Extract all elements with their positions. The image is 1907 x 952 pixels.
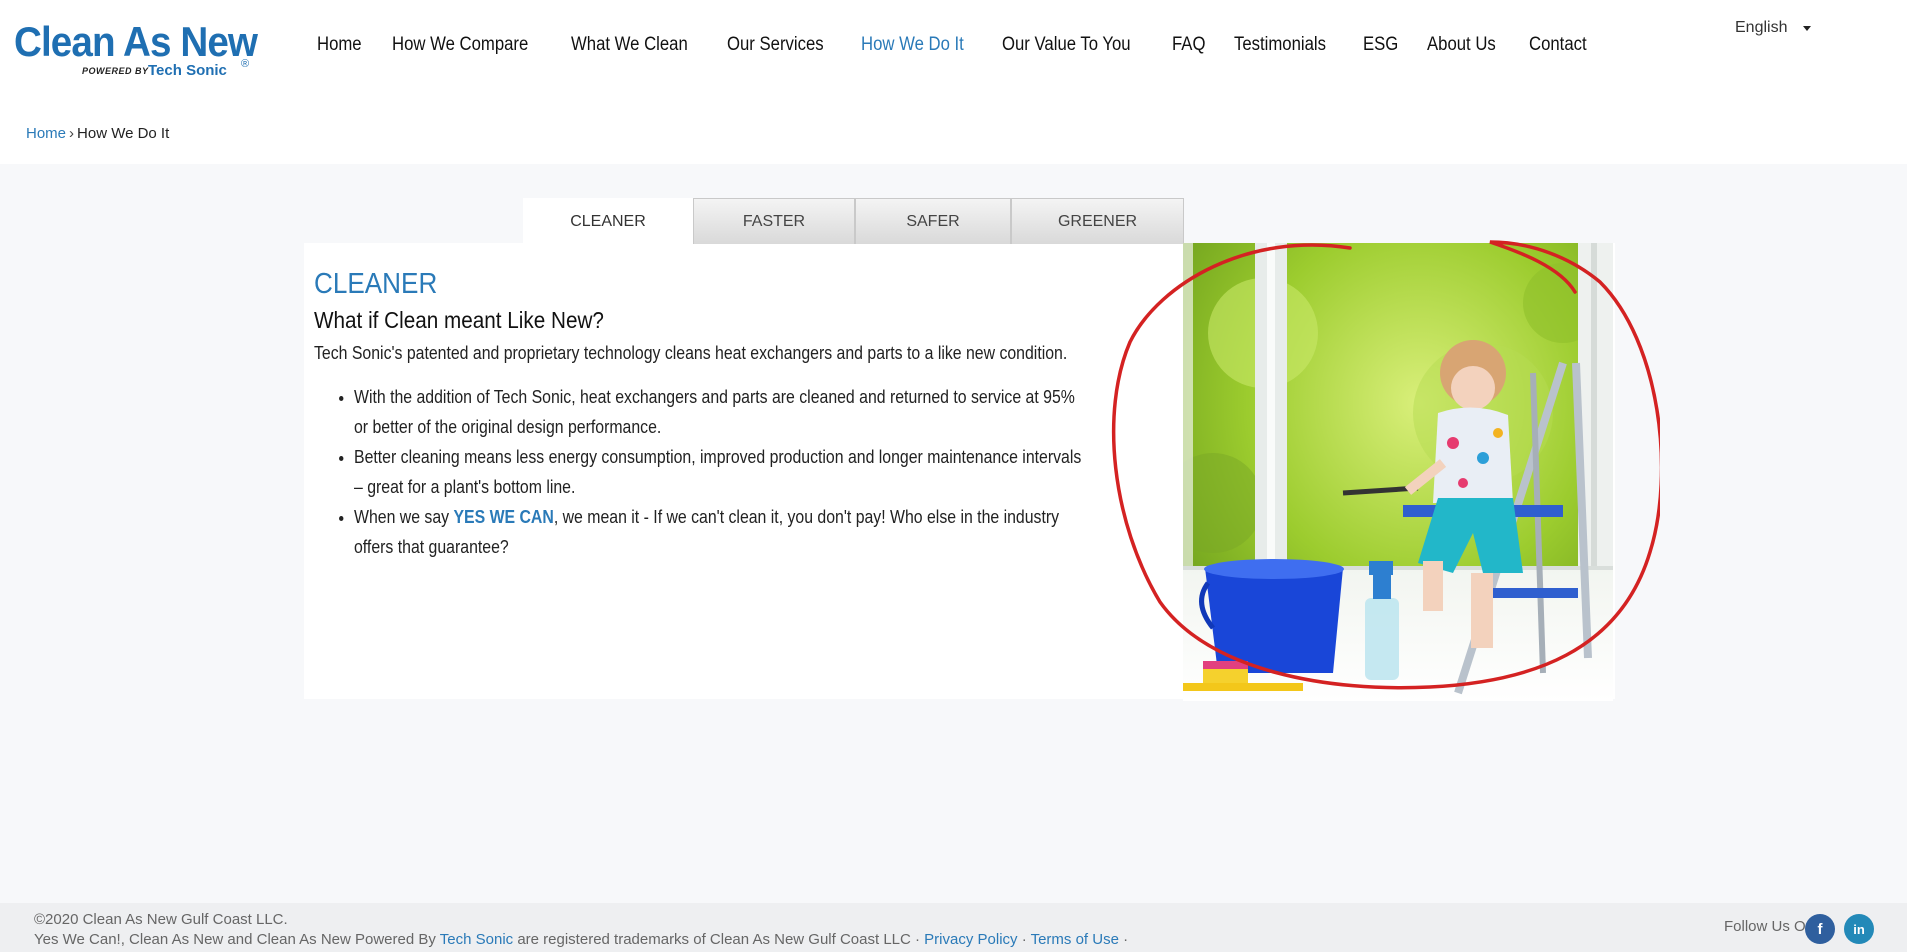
breadcrumb-current: How We Do It <box>77 125 170 142</box>
breadcrumb-separator: › <box>69 125 75 142</box>
follow-us-label: Follow Us On: <box>1724 918 1819 935</box>
benefit-item: When we say YES WE CAN, we mean it - If … <box>354 502 1084 562</box>
nav-contact[interactable]: Contact <box>1529 30 1587 60</box>
main-nav: Home How We Compare What We Clean Our Se… <box>317 30 1618 60</box>
trademark-text: Yes We Can!, Clean As New and Clean As N… <box>34 931 1128 948</box>
nav-home[interactable]: Home <box>317 30 362 60</box>
logo-tech-sonic: Tech Sonic <box>148 62 227 79</box>
section-heading: CLEANER <box>314 268 438 300</box>
tab-cleaner[interactable]: CLEANER <box>523 198 693 244</box>
nav-how-we-do-it[interactable]: How We Do It <box>861 30 964 60</box>
tab-content: CLEANER What if Clean meant Like New? Te… <box>314 268 1094 562</box>
benefit-prefix: When we say <box>354 507 454 527</box>
nav-about-us[interactable]: About Us <box>1427 30 1496 60</box>
child-cleaning-window-photo <box>1183 243 1613 701</box>
logo[interactable]: Clean As New POWERED BY Tech Sonic ® <box>14 18 258 82</box>
breadcrumb: Home › How We Do It <box>26 125 169 142</box>
copyright-text: ©2020 Clean As New Gulf Coast LLC. <box>34 911 288 928</box>
site-footer: ©2020 Clean As New Gulf Coast LLC. Yes W… <box>0 903 1907 952</box>
terms-of-use-link[interactable]: Terms of Use <box>1031 931 1119 948</box>
trademark-suffix: are registered trademarks of Clean As Ne… <box>513 931 925 948</box>
feature-tabs: CLEANER FASTER SAFER GREENER <box>523 198 1184 244</box>
footer-separator: · <box>1017 931 1031 948</box>
nav-what-we-clean[interactable]: What We Clean <box>571 30 688 60</box>
tab-safer[interactable]: SAFER <box>855 198 1011 244</box>
section-subheading: What if Clean meant Like New? <box>314 307 604 333</box>
facebook-icon[interactable]: f <box>1805 914 1835 944</box>
benefit-item: Better cleaning means less energy consum… <box>354 442 1084 502</box>
nav-how-we-compare[interactable]: How We Compare <box>392 30 528 60</box>
logo-wordmark: Clean As New <box>14 18 258 65</box>
benefit-list: With the addition of Tech Sonic, heat ex… <box>354 382 1134 562</box>
intro-text: Tech Sonic's patented and proprietary te… <box>314 343 1068 363</box>
nav-our-value-to-you[interactable]: Our Value To You <box>1002 30 1131 60</box>
registered-mark: ® <box>241 58 250 70</box>
trademark-prefix: Yes We Can!, Clean As New and Clean As N… <box>34 931 440 948</box>
nav-testimonials[interactable]: Testimonials <box>1234 30 1326 60</box>
logo-powered-by: POWERED BY <box>82 66 149 76</box>
language-label: English <box>1735 19 1788 36</box>
privacy-policy-link[interactable]: Privacy Policy <box>924 931 1017 948</box>
nav-our-services[interactable]: Our Services <box>727 30 824 60</box>
linkedin-icon[interactable]: in <box>1844 914 1874 944</box>
yes-we-can-text: YES WE CAN <box>453 507 554 527</box>
nav-faq[interactable]: FAQ <box>1172 30 1205 60</box>
nav-esg[interactable]: ESG <box>1363 30 1398 60</box>
tab-greener[interactable]: GREENER <box>1011 198 1184 244</box>
footer-trail: · <box>1118 931 1129 948</box>
breadcrumb-home-link[interactable]: Home <box>26 125 66 142</box>
tab-faster[interactable]: FASTER <box>693 198 855 244</box>
benefit-item: With the addition of Tech Sonic, heat ex… <box>354 382 1084 442</box>
language-selector[interactable]: English <box>1735 16 1812 40</box>
tech-sonic-link[interactable]: Tech Sonic <box>440 931 513 948</box>
caret-down-icon <box>1803 25 1812 31</box>
site-header: Clean As New POWERED BY Tech Sonic ® Hom… <box>0 0 1907 164</box>
